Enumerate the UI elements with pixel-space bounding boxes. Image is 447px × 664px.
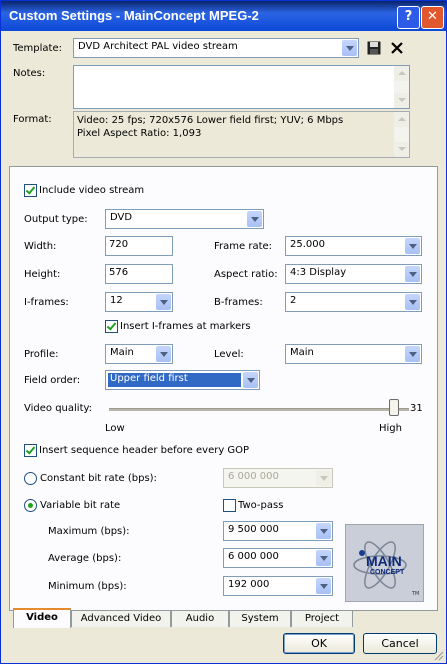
iframes-label: I-frames: — [24, 297, 69, 308]
video-quality-slider-thumb[interactable] — [389, 399, 399, 416]
cancel-button[interactable]: Cancel — [363, 633, 437, 654]
video-quality-slider-track[interactable] — [109, 408, 409, 411]
include-video-checkbox[interactable] — [24, 184, 37, 197]
format-label: Format: — [13, 114, 52, 125]
notes-label: Notes: — [13, 68, 46, 79]
cbr-label: Constant bit rate (bps): — [40, 473, 157, 484]
profile-label: Profile: — [24, 349, 59, 360]
tab-video[interactable]: Video — [13, 608, 71, 628]
dialog-window: Custom Settings - MainConcept MPEG-2 ? ✕… — [0, 0, 447, 664]
chevron-down-icon — [405, 294, 420, 310]
level-label: Level: — [214, 349, 244, 360]
cbr-select[interactable]: 6 000 000 — [223, 468, 333, 488]
width-input[interactable]: 720 — [105, 236, 173, 256]
resize-grip-icon[interactable] — [434, 651, 444, 661]
ok-button[interactable]: OK — [283, 633, 355, 654]
tab-project[interactable]: Project — [291, 610, 353, 627]
output-type-select[interactable]: DVD — [105, 209, 264, 229]
max-label: Maximum (bps): — [48, 526, 130, 537]
level-select[interactable]: Main — [285, 344, 422, 364]
notes-scrollbar[interactable] — [394, 66, 409, 108]
field-order-select[interactable]: Upper field first — [105, 370, 260, 390]
include-video-label: Include video stream — [39, 185, 145, 196]
bframes-label: B-frames: — [214, 297, 263, 308]
save-icon[interactable] — [367, 41, 381, 55]
chevron-down-icon — [316, 578, 331, 594]
avg-select[interactable]: 6 000 000 — [223, 548, 333, 568]
mainconcept-logo: MAIN CONCEPT TM — [345, 524, 424, 602]
tab-audio[interactable]: Audio — [171, 610, 229, 627]
chevron-down-icon — [247, 211, 262, 227]
chevron-down-icon — [405, 266, 420, 282]
chevron-down-icon — [316, 550, 331, 566]
chevron-down-icon — [405, 346, 420, 362]
iframes-select[interactable]: 12 — [105, 292, 173, 312]
bframes-select[interactable]: 2 — [285, 292, 422, 312]
vbr-radio[interactable] — [24, 499, 37, 512]
two-pass-label: Two-pass — [238, 500, 284, 511]
chevron-down-icon — [316, 523, 331, 539]
tab-advanced-video[interactable]: Advanced Video — [71, 610, 171, 627]
format-scrollbar[interactable] — [394, 112, 409, 157]
window-title: Custom Settings - MainConcept MPEG-2 — [9, 8, 259, 23]
video-quality-label: Video quality: — [24, 403, 93, 414]
delete-icon[interactable] — [390, 41, 404, 55]
frame-rate-label: Frame rate: — [214, 241, 273, 252]
width-label: Width: — [24, 241, 57, 252]
format-line-1: Video: 25 fps; 720x576 Lower field first… — [77, 115, 344, 126]
chevron-down-icon — [342, 40, 357, 56]
insert-iframes-checkbox[interactable] — [105, 320, 118, 333]
close-button[interactable]: ✕ — [421, 6, 444, 29]
video-quality-value: 31 — [410, 403, 423, 414]
frame-rate-select[interactable]: 25.000 — [285, 236, 422, 256]
chevron-down-icon — [243, 372, 258, 388]
seq-header-checkbox[interactable] — [24, 444, 37, 457]
template-label: Template: — [13, 43, 62, 54]
cbr-radio[interactable] — [24, 472, 37, 485]
format-textarea: Video: 25 fps; 720x576 Lower field first… — [73, 111, 410, 158]
height-input[interactable]: 576 — [105, 264, 173, 284]
logo-tm: TM — [412, 591, 420, 597]
quality-low-label: Low — [105, 423, 125, 434]
two-pass-checkbox[interactable] — [223, 499, 236, 512]
max-select[interactable]: 9 500 000 — [223, 521, 333, 541]
aspect-ratio-label: Aspect ratio: — [214, 269, 278, 280]
logo-text-concept: CONCEPT — [370, 569, 405, 576]
help-button[interactable]: ? — [397, 6, 420, 29]
vbr-label: Variable bit rate — [40, 500, 121, 511]
chevron-down-icon — [156, 346, 171, 362]
template-select[interactable]: DVD Architect PAL video stream — [73, 38, 359, 58]
min-label: Minimum (bps): — [48, 581, 127, 592]
seq-header-label: Insert sequence header before every GOP — [39, 445, 250, 456]
logo-text-main: MAIN — [366, 553, 402, 569]
aspect-ratio-select[interactable]: 4:3 Display — [285, 264, 422, 284]
min-select[interactable]: 192 000 — [223, 576, 333, 596]
tab-system[interactable]: System — [229, 610, 291, 627]
field-order-label: Field order: — [24, 375, 81, 386]
chevron-down-icon — [316, 470, 331, 486]
profile-select[interactable]: Main — [105, 344, 173, 364]
avg-label: Average (bps): — [48, 553, 122, 564]
chevron-down-icon — [156, 294, 171, 310]
quality-high-label: High — [379, 423, 402, 434]
output-type-label: Output type: — [24, 214, 88, 225]
height-label: Height: — [24, 269, 61, 280]
chevron-down-icon — [405, 238, 420, 254]
notes-textarea[interactable] — [73, 65, 410, 109]
insert-iframes-label: Insert I-frames at markers — [120, 321, 251, 332]
title-bar[interactable]: Custom Settings - MainConcept MPEG-2 ? ✕ — [1, 1, 446, 31]
format-line-2: Pixel Aspect Ratio: 1,093 — [77, 128, 202, 139]
